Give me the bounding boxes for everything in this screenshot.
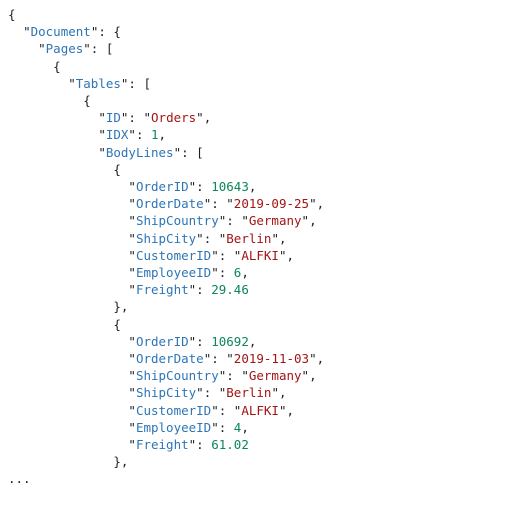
val-ID: Orders — [151, 110, 196, 125]
key-IDX: IDX — [106, 127, 129, 142]
val-IDX: 1 — [151, 127, 159, 142]
ellipsis: ... — [8, 471, 31, 486]
key-Document: Document — [31, 24, 91, 39]
key-Tables: Tables — [76, 76, 121, 91]
json-code-block: { "Document": { "Pages": [ { "Tables": [… — [0, 0, 511, 488]
key-BodyLines: BodyLines — [106, 145, 174, 160]
key-ID: ID — [106, 110, 121, 125]
key-Pages: Pages — [46, 41, 84, 56]
